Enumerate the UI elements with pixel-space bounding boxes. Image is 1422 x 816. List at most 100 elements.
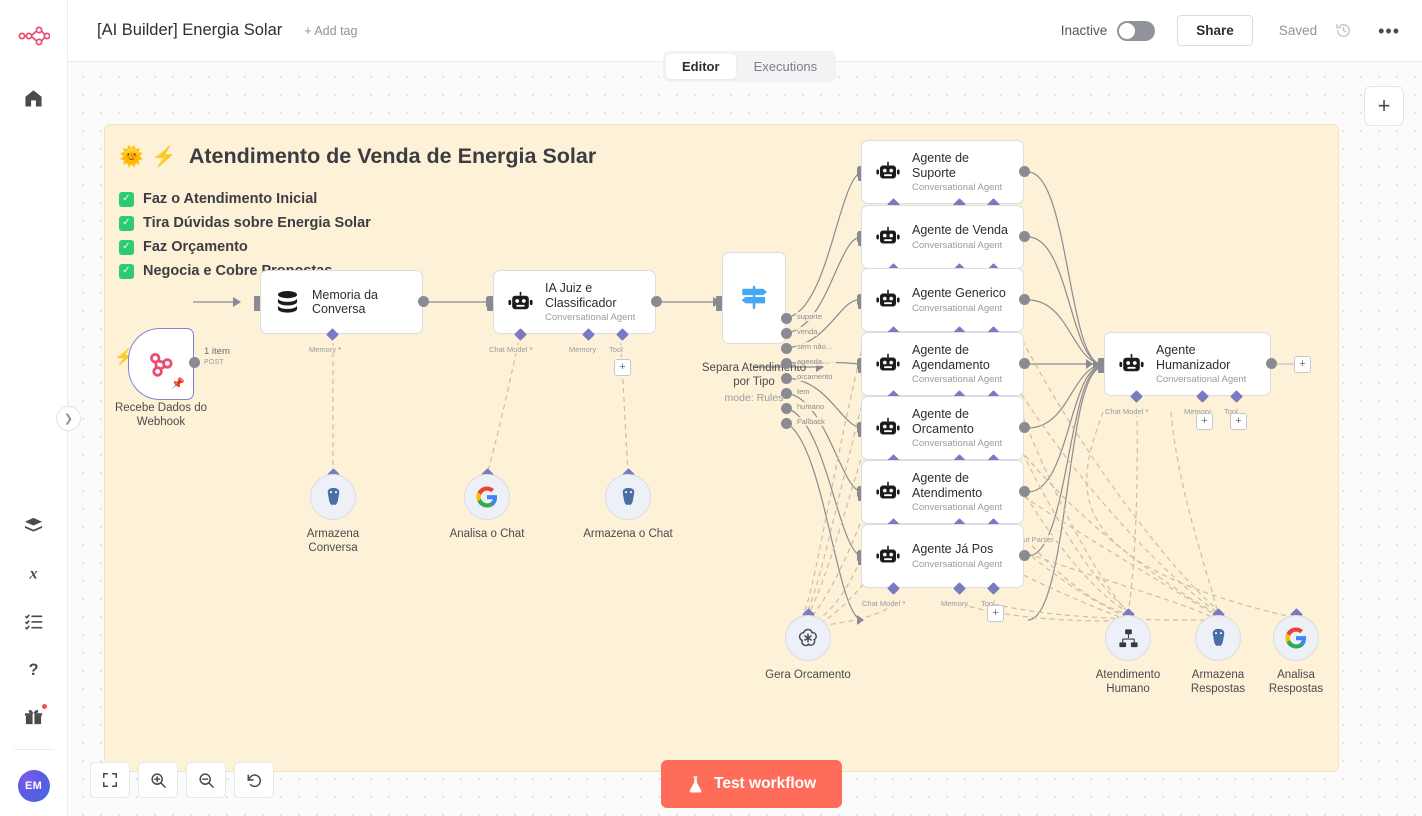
switch-output-1[interactable] [781,328,792,339]
juiz-add-tool-button[interactable]: + [614,359,631,376]
tab-executions[interactable]: Executions [738,54,834,79]
memoria-output-port[interactable] [418,296,429,307]
pin-icon: 📌 [171,378,185,390]
n8n-logo-icon[interactable] [14,16,54,56]
node-memoria-conversa[interactable]: Memoria da Conversa [260,270,423,334]
header-actions: Inactive Share Saved ••• [1061,15,1422,46]
page-title[interactable]: [AI Builder] Energia Solar [97,21,282,40]
share-button[interactable]: Share [1177,15,1253,46]
node-agente-atendimento[interactable]: Agente de Atendimento Conversational Age… [861,460,1024,524]
switch-output-3[interactable] [781,358,792,369]
sidebar-item-overview[interactable] [14,78,54,118]
webhook-output-port[interactable] [189,357,200,368]
humanizador-add-memory-button[interactable]: + [1196,413,1213,430]
sidebar-item-insights[interactable] [14,601,54,641]
robot-icon [875,479,901,505]
agent-1-output-port[interactable] [1019,231,1030,242]
agent-6-add-tool-button[interactable]: + [987,605,1004,622]
sidebar-item-whats-new[interactable] [14,697,54,737]
robot-icon [875,287,901,313]
zoom-in-button[interactable] [138,762,178,798]
node-text-humanizador: Agente Humanizador Conversational Agent [1156,343,1257,385]
node-subtitle-humanizador: Conversational Agent [1156,374,1247,385]
node-subtitle-agent-3: Conversational Agent [912,374,1003,385]
sidebar-item-help[interactable]: ? [14,649,54,689]
switch-output-label: humano [796,402,826,411]
node-name-humanizador: Agente Humanizador [1156,343,1231,372]
subnode-armazena-conversa[interactable] [310,474,356,520]
zoom-out-button[interactable] [186,762,226,798]
avatar[interactable]: EM [17,770,50,802]
port-label-memory: Memory [940,599,970,608]
humanizador-output-port[interactable] [1266,358,1277,369]
switch-output-2[interactable] [781,343,792,354]
switch-output-0[interactable] [781,313,792,324]
node-subtitle-agent-0: Conversational Agent [912,182,1003,193]
node-name-agent-4: Agente de Orcamento [912,407,974,436]
switch-output-label: orcamento [796,372,834,381]
node-name-agent-0: Agente de Suporte [912,151,969,180]
subnode-gera-orcamento[interactable] [785,615,831,661]
node-agente-venda[interactable]: Agente de Venda Conversational Agent [861,205,1024,269]
add-node-button[interactable]: + [1364,86,1404,126]
node-name-agent-6: Agente Já Pos [912,542,994,557]
agent-2-output-port[interactable] [1019,294,1030,305]
agent-0-output-port[interactable] [1019,166,1030,177]
sidebar-item-variables[interactable]: x [14,553,54,593]
node-subtitle-agent-1: Conversational Agent [912,239,1003,251]
switch-output-label: Fallback [796,417,826,426]
node-agente-humanizador[interactable]: Agente Humanizador Conversational Agent [1104,332,1271,396]
workflow-canvas[interactable]: + 🌞 ⚡ Atendimento de Venda de Energia So… [68,62,1422,816]
humanizador-add-tool-button[interactable]: + [1230,413,1247,430]
chevron-right-icon[interactable]: ❯ [56,406,81,431]
robot-icon [875,224,901,250]
subnode-armazena-chat[interactable] [605,474,651,520]
agent-3-output-port[interactable] [1019,358,1030,369]
humanizador-add-node-button[interactable]: + [1294,356,1311,373]
node-agente-suporte[interactable]: Agente de Suporte Conversational Agent [861,140,1024,204]
switch-output-4[interactable] [781,373,792,384]
add-tag-button[interactable]: + Add tag [304,24,357,38]
node-agente-generico[interactable]: Agente Generico Conversational Agent [861,268,1024,332]
subnode-atendimento-humano[interactable] [1105,615,1151,661]
check-icon: ✓ [119,239,134,255]
ellipsis-icon[interactable]: ••• [1378,22,1400,40]
node-text-juiz: IA Juiz e Classificador Conversational A… [545,281,642,323]
reset-zoom-button[interactable] [234,762,274,798]
node-subtitle-agent-2: Conversational Agent [912,302,1003,314]
test-workflow-button[interactable]: Test workflow [661,760,843,808]
switch-output-7[interactable] [781,418,792,429]
port-label-memory: Memory * [308,345,343,354]
node-agente-ja-pos[interactable]: Agente Já Pos Conversational Agent [861,524,1024,588]
sidebar-item-templates[interactable] [14,505,54,545]
sticky-note[interactable]: 🌞 ⚡ Atendimento de Venda de Energia Sola… [104,124,1339,772]
node-agente-agendamento[interactable]: Agente de Agendamento Conversational Age… [861,332,1024,396]
editor-tabs: Editor Executions [663,51,837,82]
tab-editor[interactable]: Editor [666,54,736,79]
switch-output-5[interactable] [781,388,792,399]
connection-item-count: 1 item [204,346,230,357]
node-agente-orcamento[interactable]: Agente de Orcamento Conversational Agent [861,396,1024,460]
subnode-analisa-respostas[interactable] [1273,615,1319,661]
subnode-analisa-chat[interactable] [464,474,510,520]
agent-6-output-port[interactable] [1019,550,1030,561]
node-separa-atendimento[interactable] [722,252,786,344]
activation-status-label: Inactive [1060,23,1108,38]
agent-4-output-port[interactable] [1019,422,1030,433]
juiz-output-port[interactable] [651,296,662,307]
node-webhook[interactable]: 📌 [128,328,194,400]
node-name-juiz: IA Juiz e Classificador [545,281,617,310]
checklist-item: ✓ Tira Dúvidas sobre Energia Solar [119,215,1338,231]
notification-badge [40,703,48,710]
subnode-armazena-respostas[interactable] [1195,615,1241,661]
switch-output-label: tem [796,387,811,396]
agent-5-output-port[interactable] [1019,486,1030,497]
node-subtitle-agent-6: Conversational Agent [912,558,1003,570]
node-ia-juiz[interactable]: IA Juiz e Classificador Conversational A… [493,270,656,334]
history-icon[interactable] [1335,22,1352,39]
zoom-to-fit-button[interactable] [90,762,130,798]
checklist-item: ✓ Faz o Atendimento Inicial [119,191,1338,207]
activate-toggle[interactable] [1117,20,1156,41]
switch-output-6[interactable] [781,403,792,414]
node-name-agent-1: Agente de Venda [912,223,1008,238]
